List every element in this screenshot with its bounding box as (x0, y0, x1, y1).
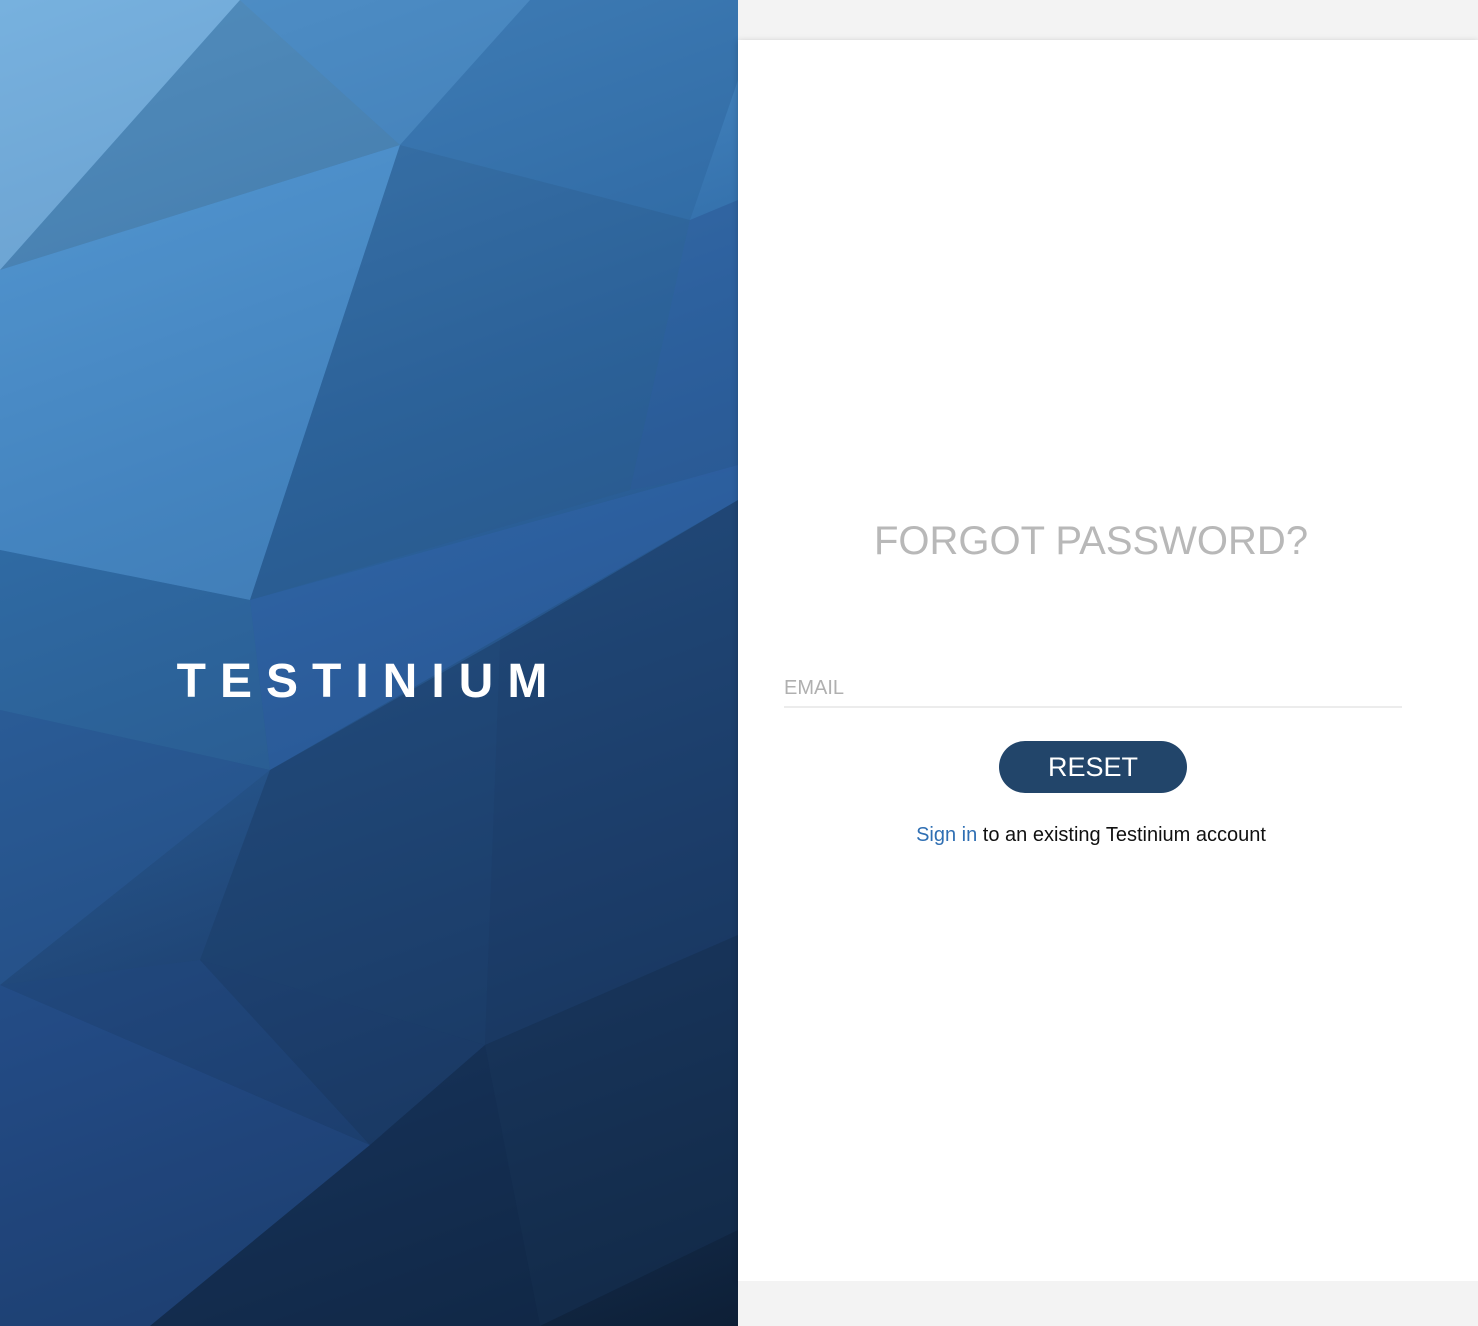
email-field[interactable] (784, 670, 1402, 708)
signin-prompt: Sign in to an existing Testinium account (738, 824, 1444, 847)
page-title: FORGOT PASSWORD? (873, 519, 1309, 563)
reset-button[interactable]: RESET (999, 741, 1187, 793)
testinium-logo: TESTINIUM (176, 655, 562, 708)
forgot-password-card: FORGOT PASSWORD? RESET Sign in to an exi… (738, 40, 1478, 1281)
sign-in-link[interactable]: Sign in (916, 824, 977, 846)
bottom-strip (738, 1281, 1478, 1326)
top-strip (738, 0, 1478, 40)
brand-panel: TESTINIUM (0, 0, 738, 1326)
signin-suffix-text: to an existing Testinium account (977, 824, 1266, 846)
